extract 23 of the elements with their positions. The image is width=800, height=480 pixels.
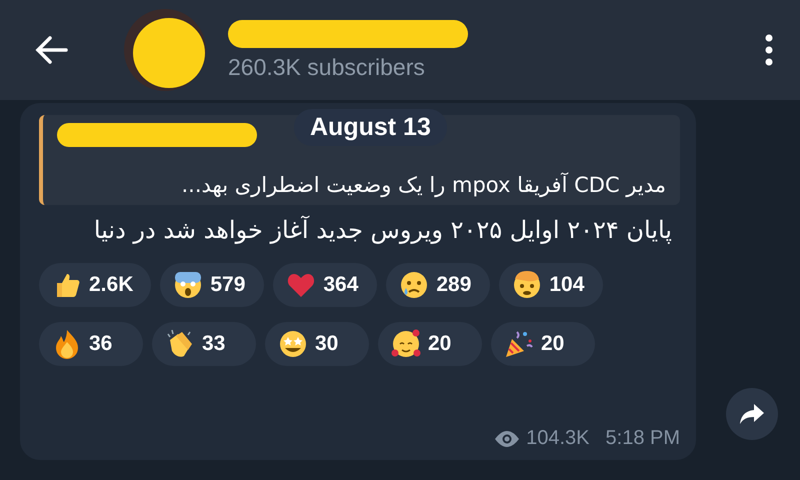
- reaction-chip[interactable]: 2.6K: [39, 263, 152, 307]
- star-eyes-face-icon: [277, 328, 309, 360]
- view-count: 104.3K: [526, 427, 590, 450]
- reaction-chip[interactable]: 30: [265, 322, 369, 366]
- date-label: August 13: [294, 109, 447, 146]
- reaction-chip[interactable]: 36: [39, 322, 143, 366]
- smiling-face-hearts-icon: [390, 328, 422, 360]
- more-icon[interactable]: [764, 34, 774, 66]
- share-icon: [739, 403, 765, 425]
- reaction-chip[interactable]: 289: [386, 263, 490, 307]
- reaction-chip[interactable]: 33: [152, 322, 256, 366]
- share-button[interactable]: [726, 388, 778, 440]
- message-text: پایان ۲۰۲۴ اوایل ۲۰۲۵ ویروس جدید آغاز خواهد شد در دنیا: [92, 214, 673, 246]
- reaction-chip[interactable]: 579: [160, 263, 264, 307]
- eye-icon: [494, 430, 520, 448]
- back-icon[interactable]: [34, 35, 68, 65]
- reply-text: مدیر CDC آفریقا mpox را یک وضعیت اضطراری بهد...: [180, 173, 666, 197]
- message-time: 5:18 PM: [606, 427, 680, 450]
- reaction-chip[interactable]: 20: [378, 322, 482, 366]
- subscriber-count: 260.3K subscribers: [228, 54, 426, 80]
- reaction-chip[interactable]: 20: [491, 322, 595, 366]
- reaction-chip[interactable]: 104: [499, 263, 604, 307]
- reaction-chip[interactable]: 364: [273, 263, 378, 307]
